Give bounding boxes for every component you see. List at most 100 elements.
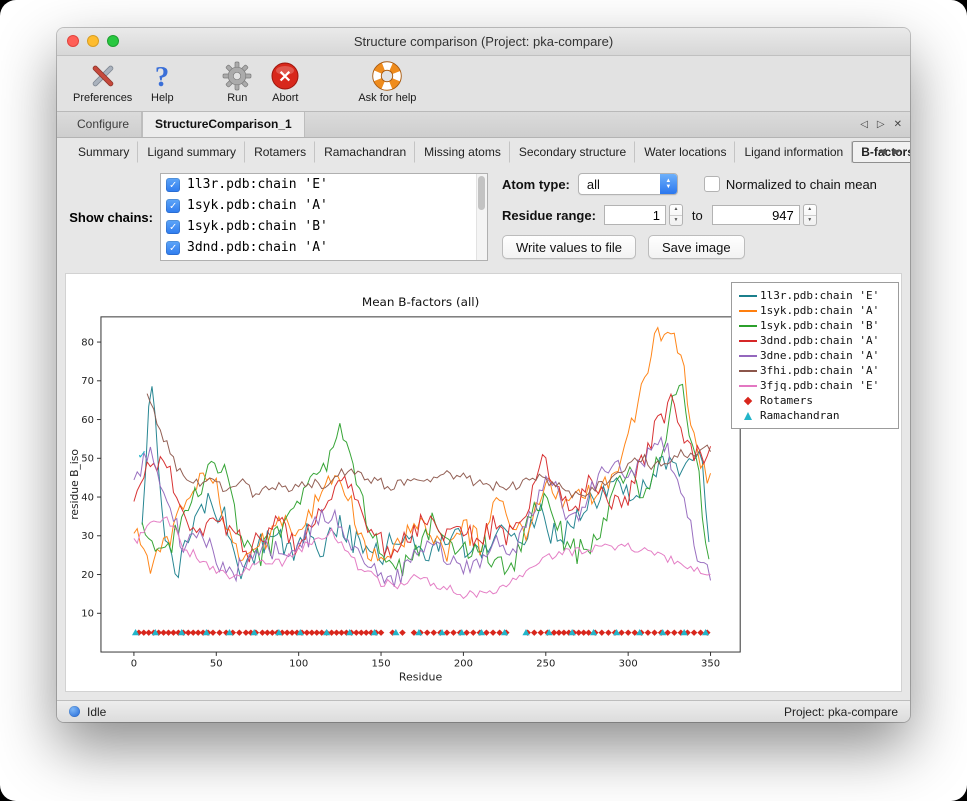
normalized-checkbox[interactable] xyxy=(704,176,720,192)
subtab-water-locations[interactable]: Water locations xyxy=(635,141,735,163)
svg-text:50: 50 xyxy=(81,454,94,465)
chart-panel: ✓0501001502002503003501020304050607080Me… xyxy=(65,273,902,692)
subtab-ligand-summary[interactable]: Ligand summary xyxy=(138,141,245,163)
residue-to-stepper[interactable]: ▲▼ xyxy=(803,204,817,226)
chain-label: 1syk.pdb:chain 'A' xyxy=(187,198,328,213)
atom-type-label: Atom type: xyxy=(502,177,570,192)
life-ring-icon xyxy=(372,60,402,91)
legend-item: 3dnd.pdb:chain 'A' xyxy=(736,333,894,348)
residue-from-input[interactable] xyxy=(604,205,666,225)
subtab-rotamers[interactable]: Rotamers xyxy=(245,141,315,163)
legend-line-swatch xyxy=(739,385,757,387)
legend-item: 1syk.pdb:chain 'A' xyxy=(736,303,894,318)
tab-structurecomparison-1[interactable]: StructureComparison_1 xyxy=(142,112,305,137)
title-bar[interactable]: Structure comparison (Project: pka-compa… xyxy=(57,28,910,56)
legend-item: 3fjq.pdb:chain 'E' xyxy=(736,378,894,393)
svg-text:20: 20 xyxy=(81,570,94,581)
chains-list-scrollbar[interactable] xyxy=(476,174,487,260)
subtab-ligand-information[interactable]: Ligand information xyxy=(735,141,852,163)
to-label: to xyxy=(692,208,703,223)
svg-text:30: 30 xyxy=(81,531,94,542)
chain-label: 1l3r.pdb:chain 'E' xyxy=(187,177,328,192)
legend-item: 1syk.pdb:chain 'B' xyxy=(736,318,894,333)
toolbar-preferences-button[interactable]: Preferences xyxy=(73,60,132,104)
controls-panel: Show chains: ✓ 1l3r.pdb:chain 'E' ✓ 1syk.pd… xyxy=(57,165,910,271)
app-window: Structure comparison (Project: pka-compa… xyxy=(57,28,910,722)
close-tab-icon[interactable]: ✕ xyxy=(894,119,902,130)
chart-annotation: ✓ xyxy=(137,447,147,461)
svg-text:0: 0 xyxy=(131,659,137,670)
toolbar-abort-button[interactable]: ✕Abort xyxy=(270,60,300,104)
desktop-background: Structure comparison (Project: pka-compa… xyxy=(0,0,967,801)
scroll-subtabs-left-icon[interactable]: ◀ xyxy=(879,146,886,157)
legend-item: Ramachandran xyxy=(736,408,894,423)
abort-icon: ✕ xyxy=(270,60,300,91)
zoom-window-button[interactable] xyxy=(107,35,119,47)
svg-text:300: 300 xyxy=(619,659,638,670)
svg-text:50: 50 xyxy=(210,659,223,670)
chain-checkbox[interactable]: ✓ xyxy=(166,220,180,234)
toolbar-ask-for-help-button[interactable]: Ask for help xyxy=(358,60,416,104)
save-image-button[interactable]: Save image xyxy=(648,235,745,259)
normalized-label: Normalized to chain mean xyxy=(726,177,877,192)
document-tabs: ConfigureStructureComparison_1 ◁ ▷ ✕ xyxy=(57,112,910,138)
legend-item: Rotamers xyxy=(736,393,894,408)
traffic-lights xyxy=(67,35,119,47)
right-controls: Atom type: all ▲▼ Normalized to chain me… xyxy=(502,173,877,261)
minimize-window-button[interactable] xyxy=(87,35,99,47)
residue-to-input[interactable] xyxy=(712,205,800,225)
atom-type-select[interactable]: all ▲▼ xyxy=(578,173,678,195)
chart-legend: 1l3r.pdb:chain 'E'1syk.pdb:chain 'A'1syk… xyxy=(731,282,899,429)
chain-checkbox[interactable]: ✓ xyxy=(166,178,180,192)
chain-row: ✓ 1syk.pdb:chain 'B' xyxy=(161,216,487,237)
show-chains-label: Show chains: xyxy=(63,210,160,225)
chains-list-scrollbar-thumb[interactable] xyxy=(478,176,485,210)
status-text: Idle xyxy=(87,705,106,719)
residue-from-stepper[interactable]: ▲▼ xyxy=(669,204,683,226)
popup-arrows-icon: ▲▼ xyxy=(660,174,677,194)
tab-configure[interactable]: Configure xyxy=(65,112,142,137)
tab-nav: ◁ ▷ ✕ xyxy=(860,112,902,137)
toolbar-help-button[interactable]: ?Help xyxy=(150,60,174,104)
svg-text:250: 250 xyxy=(536,659,555,670)
prev-tab-icon[interactable]: ◁ xyxy=(860,119,868,130)
svg-text:200: 200 xyxy=(454,659,473,670)
close-window-button[interactable] xyxy=(67,35,79,47)
legend-line-swatch xyxy=(739,340,757,342)
atom-type-value: all xyxy=(579,177,660,192)
svg-text:?: ? xyxy=(155,61,170,91)
chain-checkbox[interactable]: ✓ xyxy=(166,199,180,213)
svg-text:10: 10 xyxy=(81,609,94,620)
ramachandran-marker-icon xyxy=(744,412,752,420)
subtab-secondary-structure[interactable]: Secondary structure xyxy=(510,141,635,163)
legend-line-swatch xyxy=(739,355,757,357)
svg-text:100: 100 xyxy=(289,659,308,670)
toolbar: Preferences ?Help Run ✕Abort Ask for help xyxy=(57,56,910,112)
legend-item: 3dne.pdb:chain 'A' xyxy=(736,348,894,363)
subtab-nav: ◀▶ xyxy=(879,146,900,157)
toolbar-run-button[interactable]: Run xyxy=(222,60,252,104)
preferences-icon xyxy=(88,60,118,91)
svg-text:60: 60 xyxy=(81,415,94,426)
chain-row: ✓ 1l3r.pdb:chain 'E' xyxy=(161,174,487,195)
rotamers-marker-icon xyxy=(744,396,752,404)
svg-text:80: 80 xyxy=(81,338,94,349)
write-values-button[interactable]: Write values to file xyxy=(502,235,636,259)
subtab-summary[interactable]: Summary xyxy=(69,141,138,163)
run-icon xyxy=(222,60,252,91)
chain-checkbox[interactable]: ✓ xyxy=(166,241,180,255)
subtab-ramachandran[interactable]: Ramachandran xyxy=(315,141,415,163)
chain-row: ✓ 1syk.pdb:chain 'A' xyxy=(161,195,487,216)
chain-label: 3dnd.pdb:chain 'A' xyxy=(187,240,328,255)
next-tab-icon[interactable]: ▷ xyxy=(877,119,885,130)
chains-list[interactable]: ✓ 1l3r.pdb:chain 'E' ✓ 1syk.pdb:chain 'A' ✓ 1… xyxy=(160,173,488,261)
residue-range-label: Residue range: xyxy=(502,208,596,223)
chain-row: ✓ 3dnd.pdb:chain 'A' xyxy=(161,237,487,258)
chart-title: Mean B-factors (all) xyxy=(362,295,479,309)
project-label: Project: pka-compare xyxy=(784,705,898,719)
scroll-subtabs-right-icon[interactable]: ▶ xyxy=(893,146,900,157)
subtab-missing-atoms[interactable]: Missing atoms xyxy=(415,141,510,163)
chain-label: 1syk.pdb:chain 'B' xyxy=(187,219,328,234)
help-icon: ? xyxy=(150,60,174,91)
legend-item: 3fhi.pdb:chain 'A' xyxy=(736,363,894,378)
